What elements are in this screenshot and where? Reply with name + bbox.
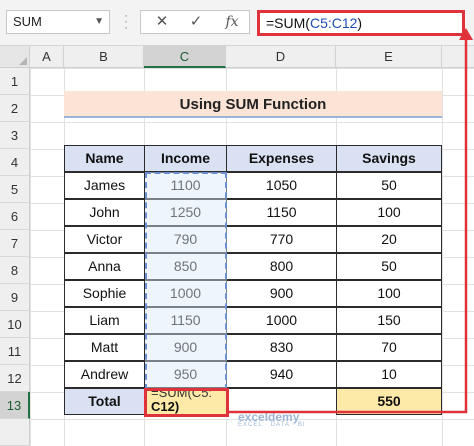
cancel-icon[interactable]: ✕ xyxy=(147,12,177,32)
total-income-formula-cell[interactable]: =SUM(C5: C12) xyxy=(144,388,229,417)
total-savings[interactable]: 550 xyxy=(336,388,442,415)
row-header-1[interactable]: 1 xyxy=(0,68,30,95)
table-cell-savings[interactable]: 100 xyxy=(336,199,442,226)
row-header-9[interactable]: 9 xyxy=(0,284,30,311)
table-cell-expenses[interactable]: 800 xyxy=(226,253,337,280)
formula-input[interactable]: =SUM(C5:C12) xyxy=(257,10,465,36)
more-options-icon[interactable]: · · · xyxy=(120,9,132,33)
row-header-11[interactable]: 11 xyxy=(0,338,30,365)
table-cell-name[interactable]: James xyxy=(64,172,145,199)
row-header-2[interactable]: 2 xyxy=(0,95,30,122)
table-cell-name[interactable]: John xyxy=(64,199,145,226)
table-cell-savings[interactable]: 20 xyxy=(336,226,442,253)
name-box-value: SUM xyxy=(13,14,42,29)
row-header-12[interactable]: 12 xyxy=(0,365,30,392)
header-name[interactable]: Name xyxy=(64,145,145,172)
row-header-10[interactable]: 10 xyxy=(0,311,30,338)
table-cell-savings[interactable]: 70 xyxy=(336,334,442,361)
row-header-3[interactable]: 3 xyxy=(0,122,30,149)
header-income[interactable]: Income xyxy=(144,145,227,172)
row-header-6[interactable]: 6 xyxy=(0,203,30,230)
table-cell-name[interactable]: Liam xyxy=(64,307,145,334)
chevron-down-icon[interactable]: ▼ xyxy=(94,11,104,33)
name-box[interactable]: SUM ▼ xyxy=(6,10,110,34)
table-cell-savings[interactable]: 150 xyxy=(336,307,442,334)
table-cell-expenses[interactable]: 1150 xyxy=(226,199,337,226)
grid-line xyxy=(442,68,443,446)
table-cell-expenses[interactable]: 770 xyxy=(226,226,337,253)
formula-prefix: =SUM( xyxy=(266,15,310,31)
formula-bar: SUM ▼ · · · ✕ ✓ fx =SUM(C5:C12) xyxy=(0,0,474,46)
header-expenses[interactable]: Expenses xyxy=(226,145,337,172)
table-cell-expenses[interactable]: 900 xyxy=(226,280,337,307)
table-cell-name[interactable]: Andrew xyxy=(64,361,145,388)
watermark-tagline: EXCEL · DATA · BI xyxy=(238,422,306,428)
column-header-e[interactable]: E xyxy=(336,46,442,68)
watermark-logo: exceldemy EXCEL · DATA · BI xyxy=(238,410,306,428)
income-range-selection xyxy=(145,172,227,390)
table-cell-expenses[interactable]: 1050 xyxy=(226,172,337,199)
row-header-8[interactable]: 8 xyxy=(0,257,30,284)
table-cell-name[interactable]: Anna xyxy=(64,253,145,280)
table-cell-name[interactable]: Victor xyxy=(64,226,145,253)
formula-cell-text: C12) xyxy=(151,399,180,414)
column-header-c[interactable]: C xyxy=(144,46,226,68)
insert-function-icon[interactable]: fx xyxy=(217,12,247,32)
row-header-5[interactable]: 5 xyxy=(0,176,30,203)
select-all-corner[interactable] xyxy=(0,46,30,68)
total-label[interactable]: Total xyxy=(64,388,145,415)
table-cell-savings[interactable]: 10 xyxy=(336,361,442,388)
column-header-d[interactable]: D xyxy=(226,46,336,68)
row-header-14[interactable] xyxy=(0,419,30,446)
enter-icon[interactable]: ✓ xyxy=(181,12,211,32)
table-cell-expenses[interactable]: 1000 xyxy=(226,307,337,334)
table-cell-expenses[interactable]: 940 xyxy=(226,361,337,388)
table-cell-savings[interactable]: 50 xyxy=(336,253,442,280)
header-savings[interactable]: Savings xyxy=(336,145,442,172)
formula-suffix: ) xyxy=(357,15,363,31)
row-header-4[interactable]: 4 xyxy=(0,149,30,176)
sheet-title[interactable]: Using SUM Function xyxy=(64,91,442,118)
table-cell-expenses[interactable]: 830 xyxy=(226,334,337,361)
formula-buttons: ✕ ✓ fx xyxy=(140,10,250,34)
row-header-13[interactable]: 13 xyxy=(0,392,30,419)
column-header-f[interactable] xyxy=(442,46,474,68)
table-cell-savings[interactable]: 50 xyxy=(336,172,442,199)
column-header-b[interactable]: B xyxy=(64,46,144,68)
table-cell-name[interactable]: Sophie xyxy=(64,280,145,307)
table-cell-name[interactable]: Matt xyxy=(64,334,145,361)
formula-range-ref: C5:C12 xyxy=(309,15,358,31)
column-header-a[interactable]: A xyxy=(30,46,64,68)
row-header-7[interactable]: 7 xyxy=(0,230,30,257)
table-cell-savings[interactable]: 100 xyxy=(336,280,442,307)
